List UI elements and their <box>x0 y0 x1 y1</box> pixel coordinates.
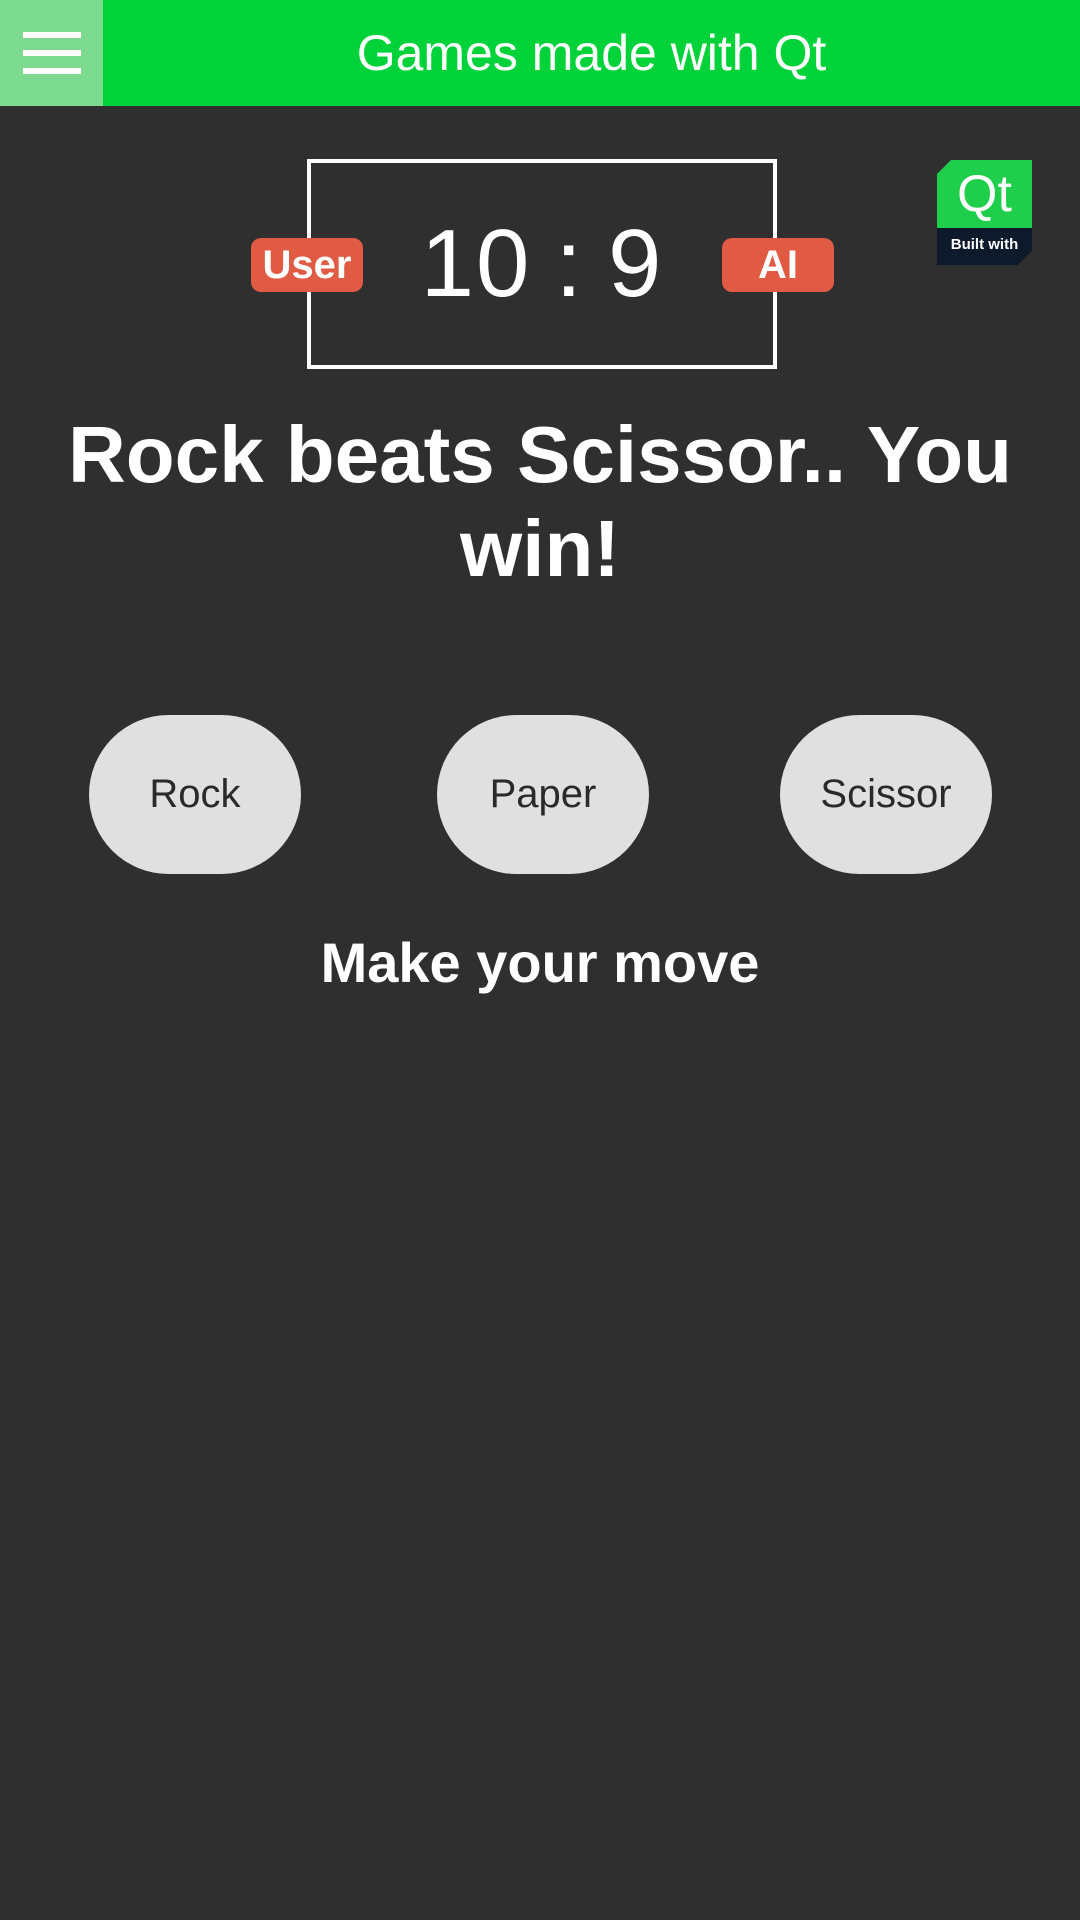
result-message: Rock beats Scissor.. You win! <box>67 410 1013 593</box>
user-badge: User <box>251 238 363 292</box>
paper-button[interactable]: Paper <box>437 715 649 874</box>
built-with-qt-logo: Qt Built with <box>937 160 1032 265</box>
rock-button[interactable]: Rock <box>89 715 301 874</box>
app-header: Games made with Qt <box>0 0 1080 106</box>
user-score: 10 <box>420 210 532 317</box>
score-separator: : <box>555 210 585 317</box>
menu-button[interactable] <box>0 0 103 106</box>
scoreboard: 10 : 9 <box>307 159 777 369</box>
app-title: Games made with Qt <box>356 25 827 81</box>
ai-score: 9 <box>608 210 664 317</box>
move-prompt: Make your move <box>320 931 760 994</box>
qt-logo-caption: Built with <box>937 228 1032 265</box>
scissor-button[interactable]: Scissor <box>780 715 992 874</box>
ai-badge: AI <box>722 238 834 292</box>
hamburger-menu-icon <box>22 32 81 74</box>
qt-logo-mark: Qt <box>937 160 1032 228</box>
score-display: 10 : 9 <box>311 163 773 365</box>
